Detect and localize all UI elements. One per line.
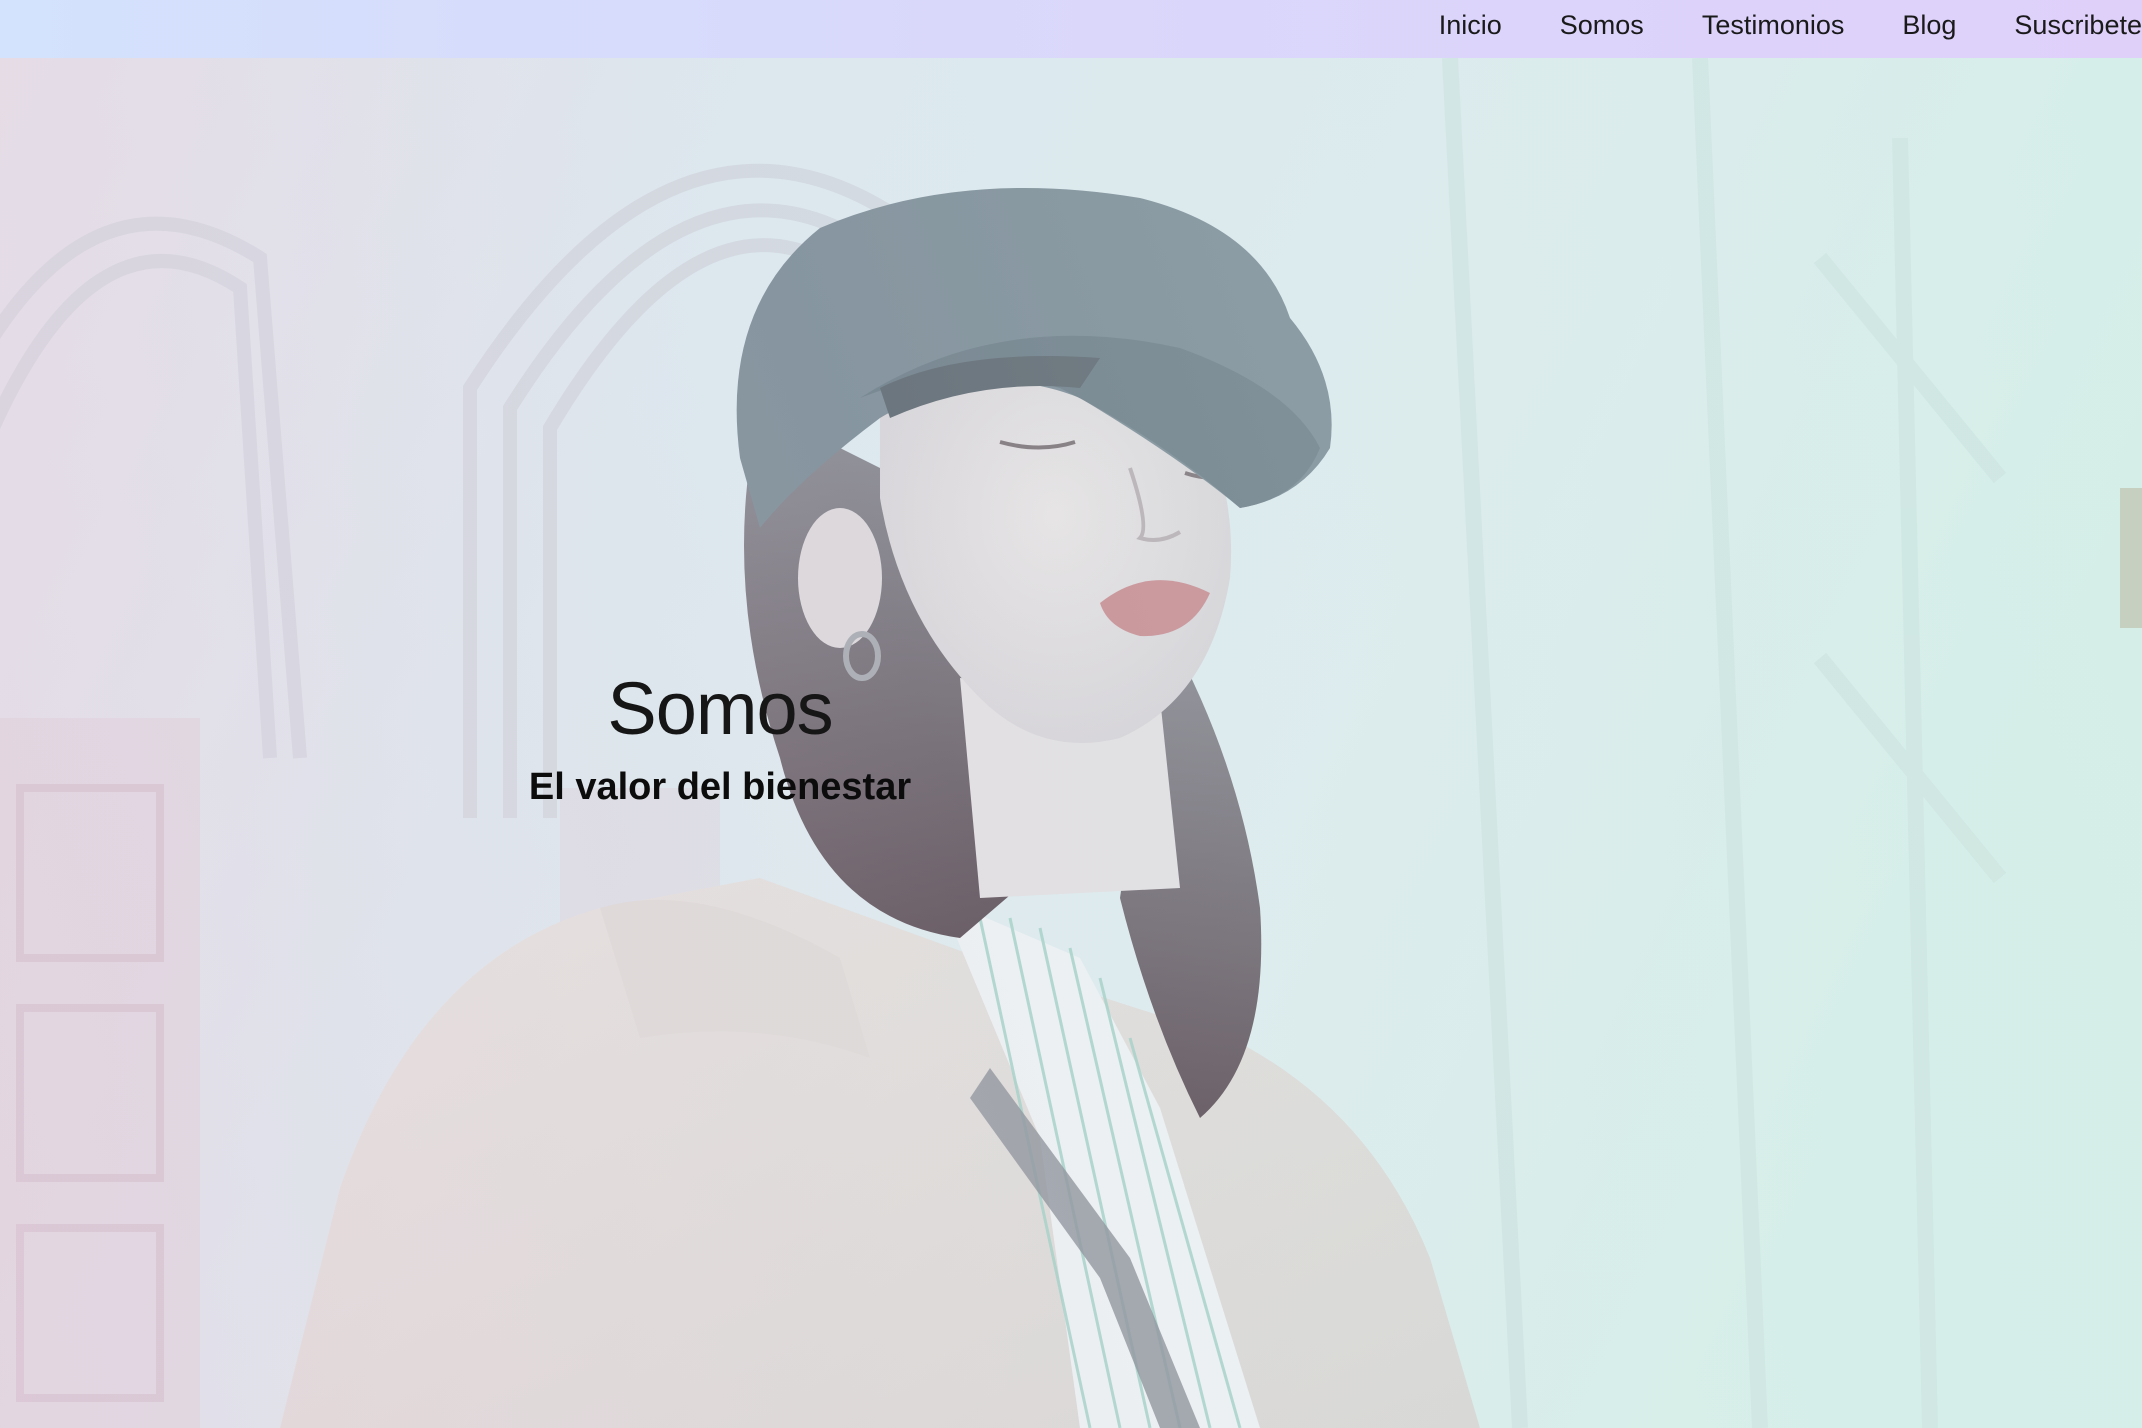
nav-menu: Inicio Somos Testimonios Blog Suscribete	[1439, 0, 2142, 50]
hero-subtitle: El valor del bienestar	[528, 766, 912, 808]
page: Inicio Somos Testimonios Blog Suscribete	[0, 0, 2142, 1428]
nav-item-suscribete[interactable]: Suscribete	[2014, 10, 2142, 41]
nav-item-blog[interactable]: Blog	[1902, 10, 1956, 41]
hero-section: Somos El valor del bienestar	[0, 58, 2142, 1428]
hero-background-photo	[0, 58, 2142, 1428]
nav-item-testimonios[interactable]: Testimonios	[1702, 10, 1845, 41]
top-navbar: Inicio Somos Testimonios Blog Suscribete	[0, 0, 2142, 58]
nav-item-somos[interactable]: Somos	[1560, 10, 1644, 41]
nav-item-inicio[interactable]: Inicio	[1439, 10, 1502, 41]
hero-title: Somos	[607, 667, 833, 750]
hero-text-block: Somos El valor del bienestar	[520, 667, 920, 808]
